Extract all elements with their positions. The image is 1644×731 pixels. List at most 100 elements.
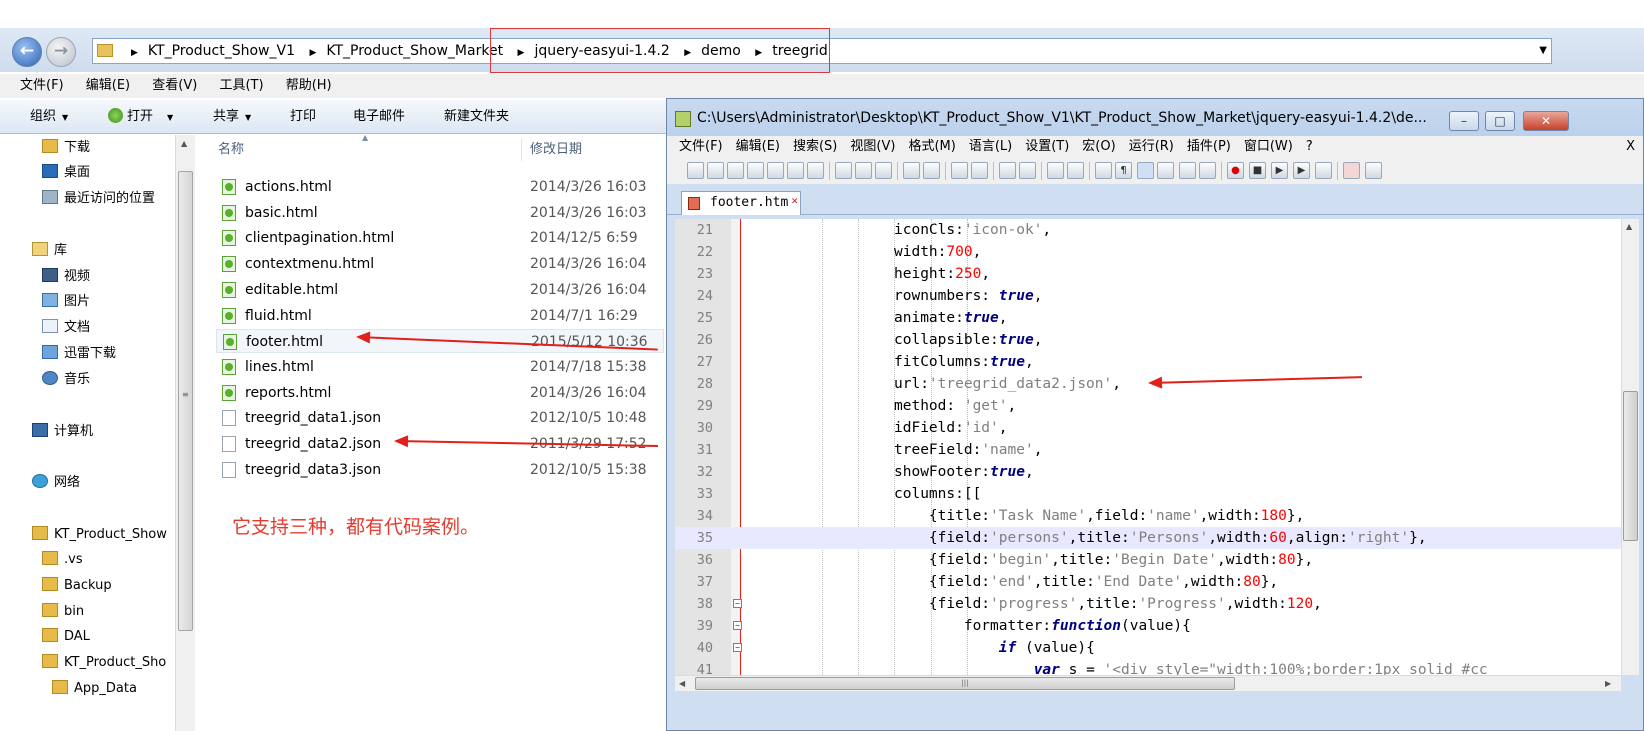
menu-settings[interactable]: 设置(T) <box>1025 139 1069 154</box>
close-button[interactable]: ✕ <box>1523 111 1569 131</box>
column-date-modified[interactable]: 修改日期 <box>530 135 582 165</box>
play-multiple-icon[interactable]: ▶ <box>1293 162 1310 179</box>
menu-file[interactable]: 文件(F) <box>20 78 64 93</box>
file-row[interactable]: editable.html 2014/3/26 16:04 <box>216 278 664 302</box>
cut-icon[interactable] <box>835 162 852 179</box>
editor-vertical-scrollbar[interactable]: ▲ <box>1621 219 1639 675</box>
menu-search[interactable]: 搜索(S) <box>793 139 837 154</box>
menu-window[interactable]: 窗口(W) <box>1244 139 1293 154</box>
file-row[interactable]: contextmenu.html 2014/3/26 16:04 <box>216 252 664 276</box>
save-macro-icon[interactable] <box>1315 162 1332 179</box>
nav-item-music[interactable]: 音乐 <box>42 369 90 391</box>
tab-close-icon[interactable]: ✕ <box>791 190 798 212</box>
menu-help[interactable]: ? <box>1306 139 1313 154</box>
find-icon[interactable] <box>951 162 968 179</box>
open-button[interactable]: 打开 ▼ <box>108 100 173 135</box>
breadcrumb-item[interactable]: KT_Product_Show_V1 <box>148 43 295 59</box>
nav-item-folder[interactable]: KT_Product_Show <box>32 524 167 546</box>
breadcrumb-item[interactable]: KT_Product_Show_Market <box>326 43 503 59</box>
copy-icon[interactable] <box>855 162 872 179</box>
print-icon[interactable] <box>807 162 824 179</box>
zoom-in-icon[interactable] <box>999 162 1016 179</box>
show-all-chars-icon[interactable]: ¶ <box>1115 162 1132 179</box>
menu-format[interactable]: 格式(M) <box>908 139 955 154</box>
language-icon[interactable] <box>1157 162 1174 179</box>
word-wrap-icon[interactable] <box>1095 162 1112 179</box>
file-row[interactable]: basic.html 2014/3/26 16:03 <box>216 201 664 225</box>
editor-horizontal-scrollbar[interactable]: ◀ ||| ▶ <box>675 675 1621 691</box>
nav-item-folder[interactable]: .vs <box>42 549 83 571</box>
menu-macro[interactable]: 宏(O) <box>1082 139 1115 154</box>
menu-run[interactable]: 运行(R) <box>1129 139 1174 154</box>
back-button[interactable]: ← <box>12 37 42 67</box>
nav-item-pictures[interactable]: 图片 <box>42 291 90 313</box>
new-folder-button[interactable]: 新建文件夹 <box>444 100 509 134</box>
menu-language[interactable]: 语言(L) <box>969 139 1012 154</box>
nav-scrollbar[interactable]: ▲ ≡ <box>175 135 195 731</box>
column-name[interactable]: 名称 <box>218 135 244 165</box>
nav-item-folder[interactable]: Backup <box>42 575 112 597</box>
scroll-thumb[interactable] <box>1623 391 1638 541</box>
fold-toggle-icon[interactable]: − <box>733 621 742 630</box>
file-row[interactable]: lines.html 2014/7/18 15:38 <box>216 355 664 379</box>
indent-guide-icon[interactable] <box>1137 162 1154 179</box>
file-row[interactable]: fluid.html 2014/7/1 16:29 <box>216 304 664 328</box>
close-all-icon[interactable] <box>787 162 804 179</box>
fold-toggle-icon[interactable]: − <box>733 643 742 652</box>
menu-help[interactable]: 帮助(H) <box>286 78 332 93</box>
file-row[interactable]: reports.html 2014/3/26 16:04 <box>216 381 664 405</box>
close-file-icon[interactable] <box>767 162 784 179</box>
nav-item-computer[interactable]: 计算机 <box>32 421 93 443</box>
menu-edit[interactable]: 编辑(E) <box>736 139 780 154</box>
nav-item-video[interactable]: 视频 <box>42 266 90 288</box>
nav-item-desktop[interactable]: 桌面 <box>42 162 90 184</box>
email-button[interactable]: 电子邮件 <box>353 100 405 134</box>
tab-footer-htm[interactable]: footer.htm ✕ <box>681 191 801 215</box>
sync-vertical-icon[interactable] <box>1047 162 1064 179</box>
nav-item-folder[interactable]: DAL <box>42 626 90 648</box>
new-file-icon[interactable] <box>687 162 704 179</box>
file-row[interactable]: actions.html 2014/3/26 16:03 <box>216 175 664 199</box>
undo-icon[interactable] <box>903 162 920 179</box>
menu-view[interactable]: 视图(V) <box>850 139 895 154</box>
nav-item-folder[interactable]: bin <box>42 601 84 623</box>
paste-icon[interactable] <box>875 162 892 179</box>
nav-item-folder[interactable]: KT_Product_Sho <box>42 652 166 674</box>
record-macro-icon[interactable]: ● <box>1227 162 1244 179</box>
spell-check-icon[interactable] <box>1343 162 1360 179</box>
nav-item-recent[interactable]: 最近访问的位置 <box>42 188 155 210</box>
share-button[interactable]: 共享 ▼ <box>213 100 251 135</box>
code-editor[interactable]: 21 iconCls:'icon-ok', 22 width:700, 23 heig… <box>675 219 1621 675</box>
nav-item-downloads[interactable]: 下载 <box>42 137 90 159</box>
save-icon[interactable] <box>727 162 744 179</box>
replace-icon[interactable] <box>971 162 988 179</box>
function-list-icon[interactable] <box>1199 162 1216 179</box>
zoom-out-icon[interactable] <box>1019 162 1036 179</box>
scroll-thumb[interactable]: ≡ <box>178 171 193 631</box>
menu-view[interactable]: 查看(V) <box>152 78 197 93</box>
file-row[interactable]: clientpagination.html 2014/12/5 6:59 <box>216 226 664 250</box>
file-row[interactable]: treegrid_data1.json 2012/10/5 10:48 <box>216 406 664 430</box>
maximize-button[interactable]: □ <box>1485 111 1515 131</box>
stop-macro-icon[interactable]: ■ <box>1249 162 1266 179</box>
menu-file[interactable]: 文件(F) <box>679 139 723 154</box>
organize-button[interactable]: 组织 ▼ <box>30 100 68 135</box>
fold-toggle-icon[interactable]: − <box>733 599 742 608</box>
plugin-icon[interactable] <box>1365 162 1382 179</box>
nav-item-network[interactable]: 网络 <box>32 472 80 494</box>
forward-button[interactable]: → <box>46 37 76 67</box>
play-macro-icon[interactable]: ▶ <box>1271 162 1288 179</box>
sync-horizontal-icon[interactable] <box>1067 162 1084 179</box>
nav-item-thunder[interactable]: 迅雷下载 <box>42 343 116 365</box>
redo-icon[interactable] <box>923 162 940 179</box>
menu-tools[interactable]: 工具(T) <box>219 78 263 93</box>
print-button[interactable]: 打印 <box>290 100 316 134</box>
save-all-icon[interactable] <box>747 162 764 179</box>
nav-item-folder[interactable]: App_Data <box>52 678 137 700</box>
scroll-thumb[interactable]: ||| <box>695 677 1235 690</box>
nav-item-documents[interactable]: 文档 <box>42 317 90 339</box>
close-document-button[interactable]: X <box>1626 136 1635 158</box>
nav-item-libraries[interactable]: 库 <box>32 240 67 262</box>
minimize-button[interactable]: – <box>1449 111 1479 131</box>
menu-plugins[interactable]: 插件(P) <box>1187 139 1231 154</box>
